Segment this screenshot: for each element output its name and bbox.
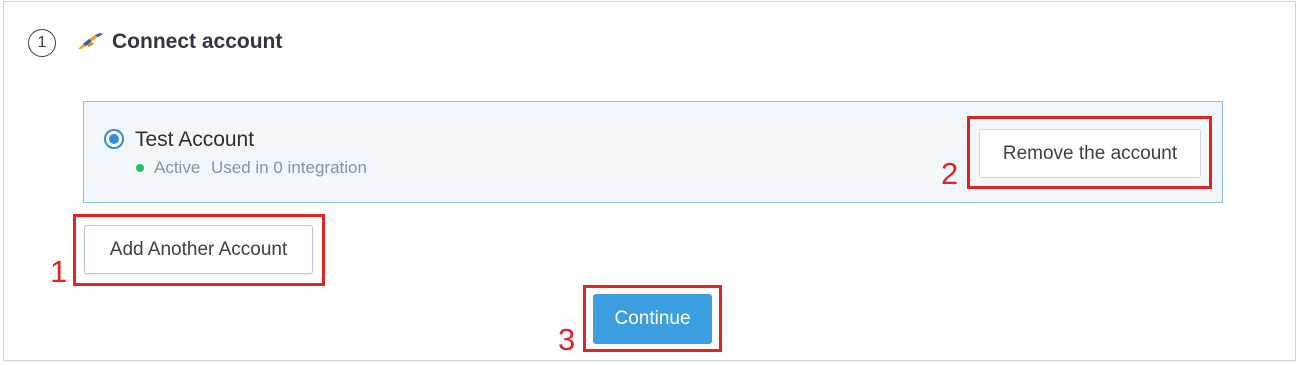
app-logo-icon xyxy=(78,33,103,49)
highlight-box-remove xyxy=(967,116,1212,189)
annotation-number-2: 2 xyxy=(941,156,959,191)
annotation-number-3: 3 xyxy=(558,322,576,357)
highlight-box-continue xyxy=(583,285,722,352)
account-name: Test Account xyxy=(135,128,255,151)
step-number: 1 xyxy=(37,34,47,51)
account-status: Active xyxy=(154,158,201,177)
annotation-number-1: 1 xyxy=(50,254,68,289)
highlight-box-add xyxy=(73,214,325,286)
account-usage: Used in 0 integration xyxy=(211,158,367,177)
account-radio[interactable] xyxy=(104,129,124,149)
page-title: Connect account xyxy=(112,30,283,53)
step-number-badge: 1 xyxy=(28,29,56,57)
status-dot-icon xyxy=(136,164,144,172)
